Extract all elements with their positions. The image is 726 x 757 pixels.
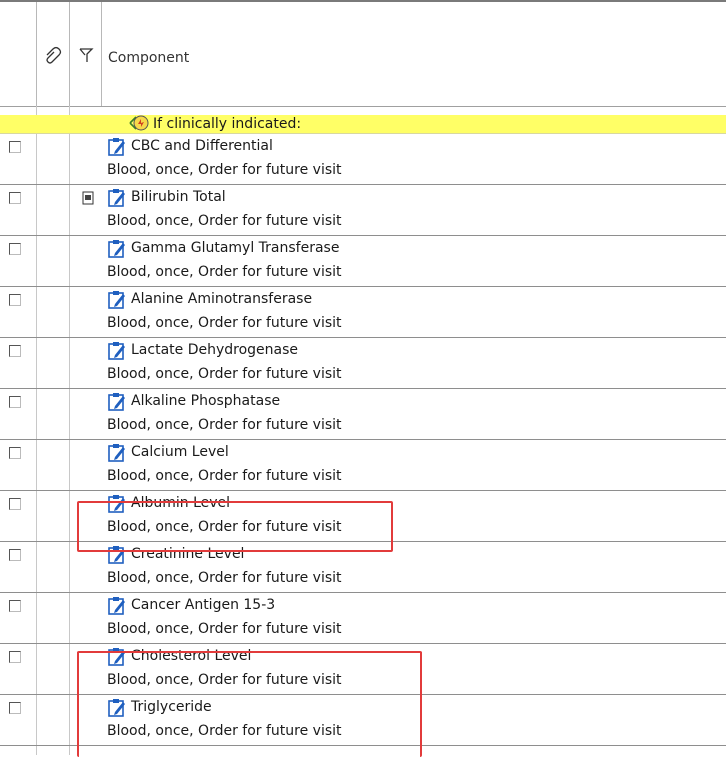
order-row[interactable]: Gamma Glutamyl Transferase Blood, once, O… [0, 236, 726, 287]
order-name[interactable]: Calcium Level [131, 443, 229, 461]
clipboard-order-icon [108, 342, 125, 360]
order-name[interactable]: Cancer Antigen 15-3 [131, 596, 275, 614]
clipboard-order-icon [108, 444, 125, 462]
flag-icon [79, 48, 94, 62]
order-details: Blood, once, Order for future visit [107, 468, 342, 484]
order-checkbox[interactable] [9, 549, 21, 561]
component-column-header[interactable]: Component [108, 50, 189, 66]
order-details: Blood, once, Order for future visit [107, 621, 342, 637]
order-details: Blood, once, Order for future visit [107, 213, 342, 229]
order-details: Blood, once, Order for future visit [107, 315, 342, 331]
clipboard-order-icon [108, 597, 125, 615]
attachment-column-header[interactable] [37, 2, 70, 106]
order-checkbox[interactable] [9, 651, 21, 663]
column-header: Component [0, 2, 726, 107]
order-checkbox[interactable] [9, 702, 21, 714]
order-checkbox[interactable] [9, 447, 21, 459]
order-name[interactable]: Bilirubin Total [131, 188, 226, 206]
order-checkbox[interactable] [9, 141, 21, 153]
clipboard-order-icon [108, 189, 125, 207]
highlight-box-albumin [77, 501, 393, 552]
order-row[interactable]: Calcium Level Blood, once, Order for futu… [0, 440, 726, 491]
order-row[interactable]: Alkaline Phosphatase Blood, once, Order f… [0, 389, 726, 440]
order-checkbox[interactable] [9, 600, 21, 612]
note-icon[interactable] [82, 191, 94, 205]
clinical-indication-banner: If clinically indicated: [0, 115, 726, 134]
clipboard-order-icon [108, 291, 125, 309]
order-checkbox[interactable] [9, 294, 21, 306]
banner-text: If clinically indicated: [153, 116, 302, 132]
order-name[interactable]: Lactate Dehydrogenase [131, 341, 298, 359]
order-name[interactable]: Alanine Aminotransferase [131, 290, 312, 308]
order-details: Blood, once, Order for future visit [107, 570, 342, 586]
order-checkbox[interactable] [9, 396, 21, 408]
order-checkbox[interactable] [9, 345, 21, 357]
order-checkbox[interactable] [9, 498, 21, 510]
clipboard-order-icon [108, 393, 125, 411]
flag-column-header[interactable] [70, 2, 102, 106]
order-checkbox[interactable] [9, 243, 21, 255]
clipboard-order-icon [108, 240, 125, 258]
order-row[interactable]: CBC and Differential Blood, once, Order f… [0, 134, 726, 185]
order-row[interactable]: Bilirubin Total Blood, once, Order for fu… [0, 185, 726, 236]
paperclip-icon [46, 46, 62, 64]
highlight-box-cholesterol-triglyceride [77, 651, 422, 757]
clinical-indicator-icon [129, 115, 149, 131]
clipboard-order-icon [108, 138, 125, 156]
order-details: Blood, once, Order for future visit [107, 417, 342, 433]
order-row[interactable]: Cancer Antigen 15-3 Blood, once, Order fo… [0, 593, 726, 644]
order-name[interactable]: Alkaline Phosphatase [131, 392, 280, 410]
order-details: Blood, once, Order for future visit [107, 264, 342, 280]
order-name[interactable]: CBC and Differential [131, 137, 273, 155]
checkbox-column-header[interactable] [0, 2, 37, 106]
order-details: Blood, once, Order for future visit [107, 366, 342, 382]
order-row[interactable]: Lactate Dehydrogenase Blood, once, Order … [0, 338, 726, 389]
order-row[interactable]: Alanine Aminotransferase Blood, once, Ord… [0, 287, 726, 338]
order-name[interactable]: Gamma Glutamyl Transferase [131, 239, 339, 257]
order-details: Blood, once, Order for future visit [107, 162, 342, 178]
order-checkbox[interactable] [9, 192, 21, 204]
